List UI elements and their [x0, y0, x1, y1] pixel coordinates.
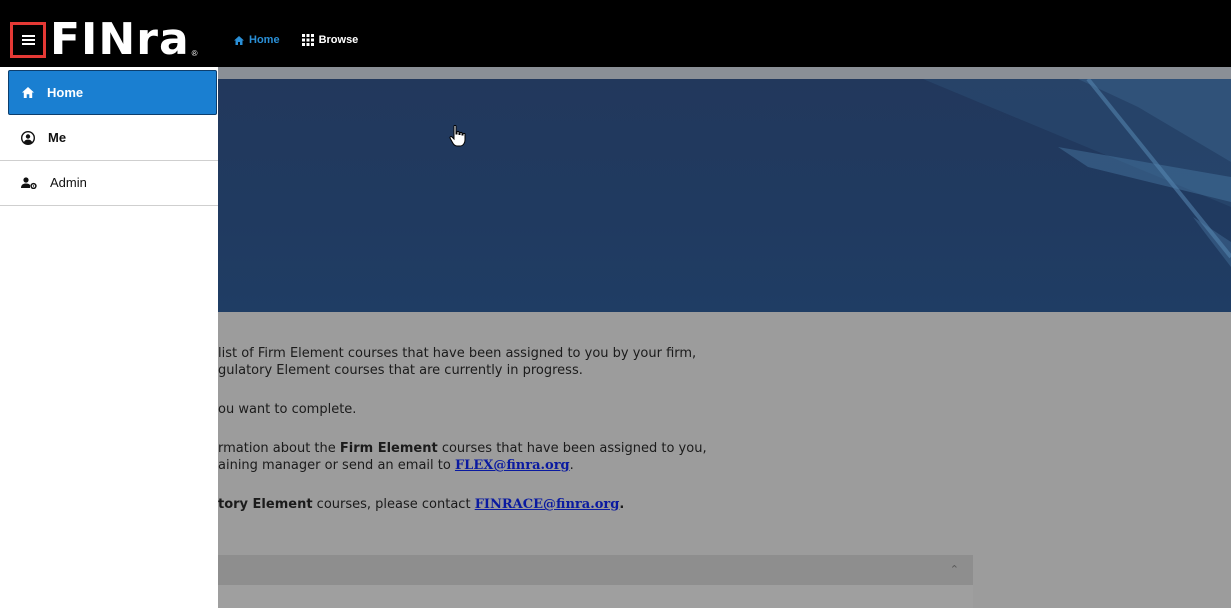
top-nav-browse-label: Browse	[318, 34, 359, 46]
firm-text-b: courses that have been assigned to you,	[437, 441, 707, 456]
chevron-up-icon[interactable]: ⌃	[950, 563, 959, 576]
regulatory-text-a: courses, please contact	[312, 497, 475, 512]
flex-text-b: .	[569, 458, 574, 473]
top-bar: FINra ® Home Browse	[0, 0, 1231, 67]
home-icon	[22, 87, 34, 98]
sidebar-item-label: Admin	[50, 175, 87, 190]
sidebar-item-label: Me	[48, 130, 67, 145]
firm-element-bold: Firm Element	[339, 441, 438, 456]
hero-banner	[218, 67, 1231, 312]
sidebar-item-me[interactable]: Me	[0, 115, 218, 161]
hamburger-menu-button[interactable]	[10, 22, 46, 58]
hand-pointer-cursor-icon	[449, 125, 466, 147]
side-menu: Home Me Admin	[0, 67, 218, 608]
firm-element-line-2: aining manager or send an email to FLEX@…	[218, 458, 574, 473]
firm-element-line-1: rmation about the Firm Element courses t…	[218, 441, 707, 456]
firm-text-a: rmation about the	[218, 441, 340, 456]
intro-line-3: ou want to complete.	[218, 402, 357, 417]
hamburger-icon	[21, 35, 35, 45]
grid-icon	[301, 34, 314, 46]
course-panel-body	[218, 585, 973, 608]
top-nav-browse[interactable]: Browse	[301, 34, 359, 46]
regulatory-element-line: tory Element courses, please contact FIN…	[218, 497, 624, 512]
intro-line-1: list of Firm Element courses that have b…	[218, 346, 697, 361]
course-panel-header[interactable]: ⌃	[218, 555, 973, 585]
top-nav-home-label: Home	[249, 34, 280, 46]
regulatory-element-bold: tory Element	[218, 497, 313, 512]
sidebar-item-admin[interactable]: Admin	[0, 160, 218, 206]
hero-top-strip	[218, 67, 1231, 79]
main-content: list of Firm Element courses that have b…	[218, 312, 1231, 608]
flex-text-a: aining manager or send an email to	[218, 458, 455, 473]
sidebar-item-home[interactable]: Home	[8, 70, 217, 115]
sidebar-item-label: Home	[47, 85, 84, 100]
regulatory-text-b: .	[619, 497, 625, 512]
user-gear-icon	[21, 176, 37, 189]
course-panel: ⌃	[218, 555, 973, 608]
finra-logo[interactable]: FINra ®	[50, 14, 198, 65]
intro-line-2: gulatory Element courses that are curren…	[218, 363, 583, 378]
top-nav-home[interactable]: Home	[234, 34, 280, 46]
logo-text: FINra	[50, 14, 190, 65]
hero-decoration	[923, 77, 1231, 267]
home-icon	[234, 35, 244, 45]
user-circle-icon	[21, 130, 35, 145]
registered-mark: ®	[191, 49, 198, 58]
top-nav: Home Browse	[234, 34, 358, 46]
finrace-email-link[interactable]: FINRACE@finra.org	[475, 497, 620, 512]
flex-email-link[interactable]: FLEX@finra.org	[455, 458, 570, 473]
